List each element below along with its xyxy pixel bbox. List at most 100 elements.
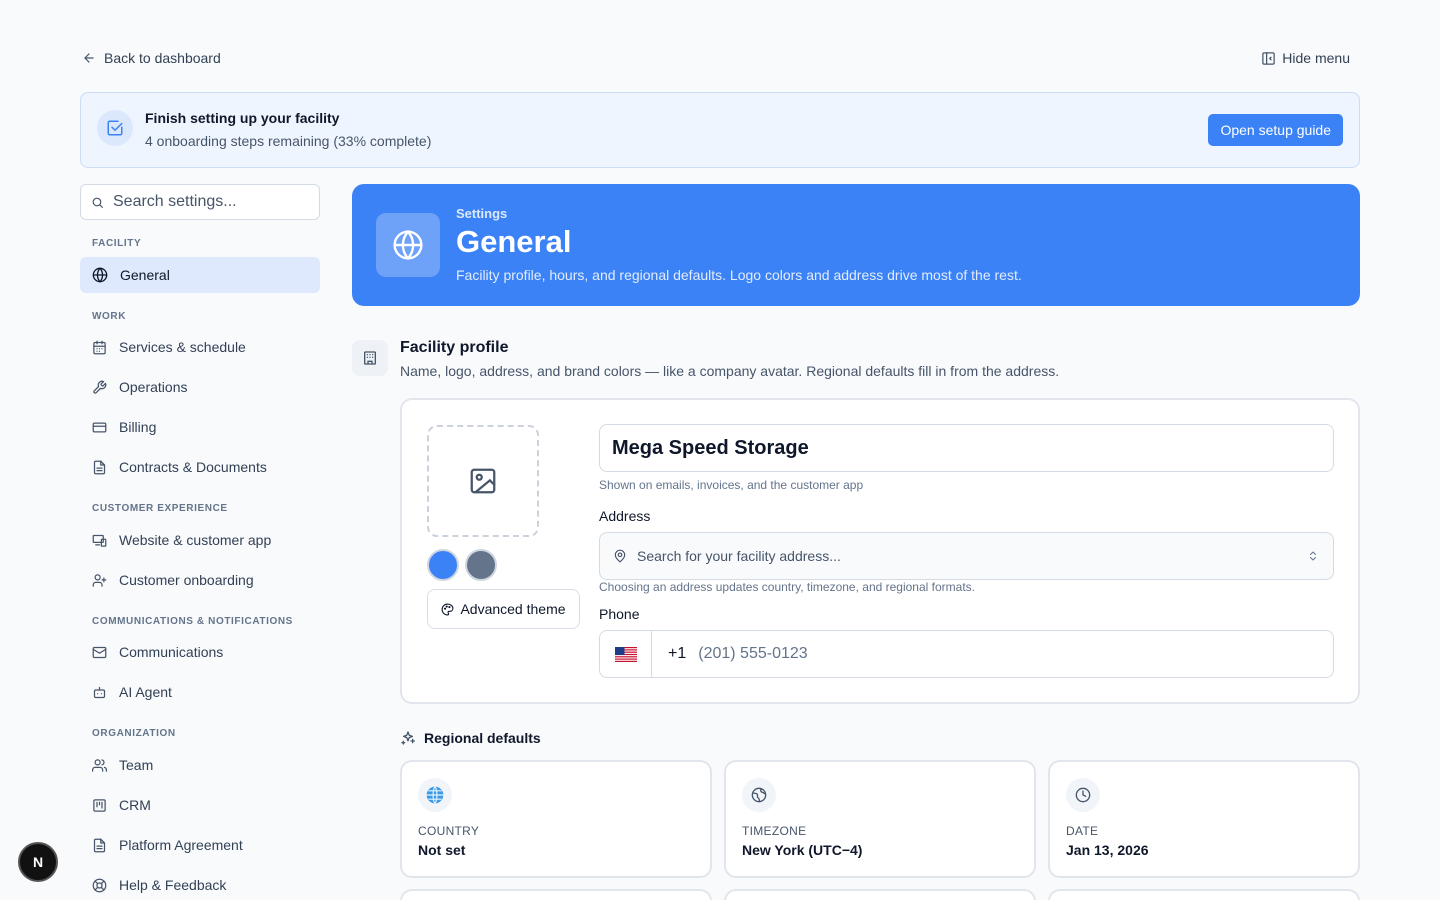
brand-color-primary-swatch[interactable] [427,549,459,581]
image-icon [468,466,498,496]
logo-upload[interactable] [427,425,539,537]
address-label: Address [599,508,651,524]
section-label-facility: FACILITY [92,238,142,249]
timezone-value: New York (UTC−4) [742,842,863,858]
sidebar-item-label: Services & schedule [119,339,246,355]
banner-subtitle: 4 onboarding steps remaining (33% comple… [145,133,432,149]
sidebar-item-label: General [120,267,170,283]
panel-left-icon [1261,51,1276,66]
us-flag-icon [614,646,637,662]
phone-country-code: +1 [668,645,687,662]
regional-defaults-title: Regional defaults [400,728,541,748]
settings-hero: Settings General Facility profile, hours… [352,184,1360,306]
building-icon [352,340,388,376]
arrow-left-icon [82,51,96,65]
address-hint: Choosing an address updates country, tim… [599,580,975,594]
hero-description: Facility profile, hours, and regional de… [456,267,1022,283]
onboarding-banner: Finish setting up your facility 4 onboar… [80,92,1360,168]
regional-defaults-label: Regional defaults [424,730,541,746]
section-label-customer-experience: CUSTOMER EXPERIENCE [92,503,228,514]
advanced-theme-label: Advanced theme [460,601,566,617]
bot-icon [92,685,107,700]
file-text-icon [92,838,107,853]
sidebar-item-platform-agreement[interactable]: Platform Agreement [80,827,320,863]
calendar-icon [92,340,107,355]
sidebar-item-label: Customer onboarding [119,572,254,588]
sidebar-item-label: Team [119,757,154,773]
sidebar-item-label: CRM [119,797,151,813]
banner-title: Finish setting up your facility [145,110,340,126]
country-value: Not set [418,842,466,858]
section-label-work: WORK [92,311,127,322]
country-flag-select[interactable] [600,631,652,677]
user-avatar[interactable]: N [18,842,58,882]
sidebar-item-general[interactable]: General [80,257,320,293]
clock-icon [1066,778,1100,812]
address-combobox[interactable]: Search for your facility address... [599,532,1334,580]
regional-card-row2[interactable] [400,889,712,900]
brand-color-secondary-swatch[interactable] [465,549,497,581]
phone-field: +1 [599,630,1334,678]
kanban-icon [92,798,107,813]
sidebar-item-label: Platform Agreement [119,837,243,853]
sidebar-item-customer-onboarding[interactable]: Customer onboarding [80,562,320,598]
section-label-organization: ORGANIZATION [92,728,176,739]
sidebar-item-help-feedback[interactable]: Help & Feedback [80,867,320,900]
phone-label: Phone [599,606,640,622]
sidebar-item-services-schedule[interactable]: Services & schedule [80,329,320,365]
sidebar-item-billing[interactable]: Billing [80,409,320,445]
back-to-dashboard-link[interactable]: Back to dashboard [82,48,221,68]
globe-emoji-icon [418,778,452,812]
sidebar-item-label: Help & Feedback [119,877,227,893]
regional-card-row2[interactable] [724,889,1036,900]
sidebar-item-ai-agent[interactable]: AI Agent [80,674,320,710]
page-title: General [456,224,572,259]
advanced-theme-button[interactable]: Advanced theme [427,589,580,629]
hide-menu-button[interactable]: Hide menu [1261,48,1350,68]
facility-profile-title: Facility profile [400,339,509,356]
settings-search[interactable] [80,184,320,220]
section-label-communications: COMMUNICATIONS & NOTIFICATIONS [92,616,293,627]
regional-card-row2[interactable] [1048,889,1360,900]
regional-card-timezone[interactable]: TIMEZONE New York (UTC−4) [724,760,1036,878]
phone-input[interactable] [686,631,1333,677]
mail-icon [92,645,107,660]
globe-icon [92,267,108,283]
open-setup-guide-button[interactable]: Open setup guide [1208,114,1343,146]
sidebar-item-label: Operations [119,379,188,395]
sidebar-item-team[interactable]: Team [80,747,320,783]
sidebar-item-contracts-documents[interactable]: Contracts & Documents [80,449,320,485]
credit-card-icon [92,420,107,435]
life-buoy-icon [92,878,107,893]
sidebar-item-crm[interactable]: CRM [80,787,320,823]
chevrons-up-down-icon [1307,550,1319,562]
search-input[interactable] [113,193,303,211]
regional-card-date[interactable]: DATE Jan 13, 2026 [1048,760,1360,878]
date-value: Jan 13, 2026 [1066,842,1149,858]
search-icon [91,196,104,209]
regional-card-country[interactable]: COUNTRY Not set [400,760,712,878]
facility-profile-card: Advanced theme Shown on emails, invoices… [400,398,1360,704]
sidebar-item-website-customer-app[interactable]: Website & customer app [80,522,320,558]
sparkles-icon [400,730,416,746]
hide-menu-label: Hide menu [1282,50,1350,66]
back-to-dashboard-label: Back to dashboard [104,50,221,66]
map-pin-icon [613,549,627,563]
sidebar-item-label: Communications [119,644,224,660]
sidebar-item-label: Contracts & Documents [119,459,267,475]
timezone-label: TIMEZONE [742,824,807,838]
wrench-icon [92,380,107,395]
date-label: DATE [1066,824,1099,838]
sidebar-item-label: Billing [119,419,157,435]
country-label: COUNTRY [418,824,480,838]
document-icon [92,460,107,475]
sidebar-item-operations[interactable]: Operations [80,369,320,405]
sidebar-item-communications[interactable]: Communications [80,634,320,670]
world-icon [742,778,776,812]
sidebar-item-label: AI Agent [119,684,172,700]
palette-icon [441,603,454,616]
facility-profile-description: Name, logo, address, and brand colors — … [400,363,1060,379]
address-placeholder: Search for your facility address... [637,548,841,564]
devices-icon [92,533,107,548]
facility-name-input[interactable] [599,424,1334,472]
